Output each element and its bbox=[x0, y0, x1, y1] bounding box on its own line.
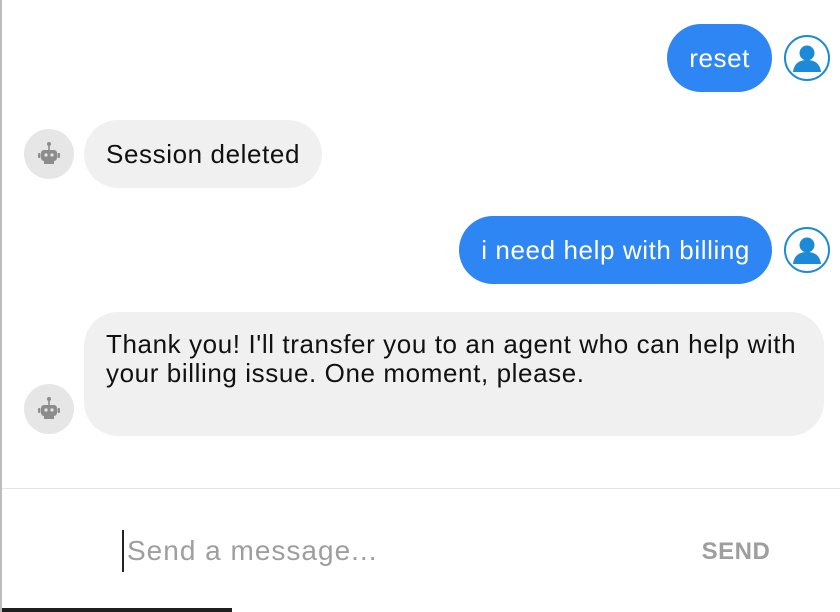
bot-message-bubble: Session deleted bbox=[84, 120, 323, 188]
robot-icon bbox=[24, 129, 74, 179]
message-list: reset Session deleted i need help with b… bbox=[2, 0, 840, 488]
scroll-indicator bbox=[2, 608, 232, 612]
send-button[interactable]: SEND bbox=[688, 530, 784, 574]
user-icon bbox=[784, 227, 830, 273]
message-row-user: i need help with billing bbox=[459, 216, 830, 284]
user-message-bubble: i need help with billing bbox=[459, 216, 772, 284]
user-message-bubble: reset bbox=[667, 24, 772, 92]
robot-icon bbox=[24, 384, 74, 434]
message-row-user: reset bbox=[667, 24, 830, 92]
message-row-bot: Session deleted bbox=[24, 120, 323, 188]
message-input[interactable] bbox=[122, 530, 647, 572]
message-row-bot: Thank you! I'll transfer you to an agent… bbox=[24, 312, 824, 436]
chat-window: reset Session deleted i need help with b… bbox=[0, 0, 840, 612]
user-icon bbox=[784, 35, 830, 81]
bot-message-bubble: Thank you! I'll transfer you to an agent… bbox=[84, 312, 824, 436]
